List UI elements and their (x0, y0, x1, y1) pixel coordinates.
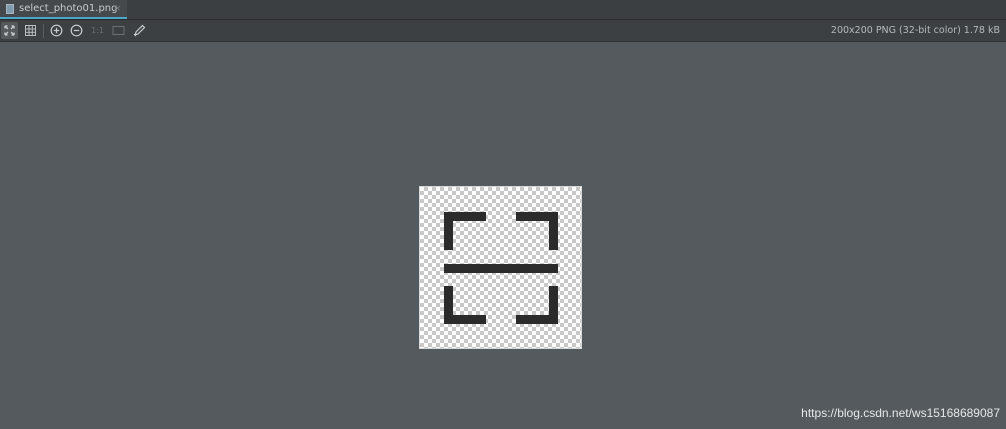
background-icon[interactable] (110, 22, 127, 39)
close-tab-icon[interactable]: × (114, 3, 122, 15)
image-file-icon (6, 4, 14, 14)
toolbar-separator (43, 24, 44, 38)
image-canvas[interactable]: https://blog.csdn.net/ws15168689087 (0, 42, 1006, 429)
scan-frame-icon (444, 212, 558, 324)
color-picker-icon[interactable] (131, 22, 148, 39)
actual-size-icon[interactable]: 1:1 (89, 22, 106, 39)
watermark-url: https://blog.csdn.net/ws15168689087 (801, 406, 1000, 420)
image-info-label: 200x200 PNG (32-bit color) 1.78 kB (830, 25, 1000, 36)
image-preview (419, 186, 582, 349)
editor-tab-bar: select_photo01.png × (0, 0, 1006, 20)
image-viewer: select_photo01.png × 1:1 200x200 PNG (32… (0, 0, 1006, 429)
editor-tab[interactable]: select_photo01.png × (0, 0, 127, 19)
fit-to-window-icon[interactable] (1, 22, 18, 39)
image-toolbar: 1:1 200x200 PNG (32-bit color) 1.78 kB (0, 20, 1006, 42)
zoom-out-icon[interactable] (68, 22, 85, 39)
tab-filename: select_photo01.png (19, 3, 118, 14)
zoom-in-icon[interactable] (48, 22, 65, 39)
grid-icon[interactable] (22, 22, 39, 39)
